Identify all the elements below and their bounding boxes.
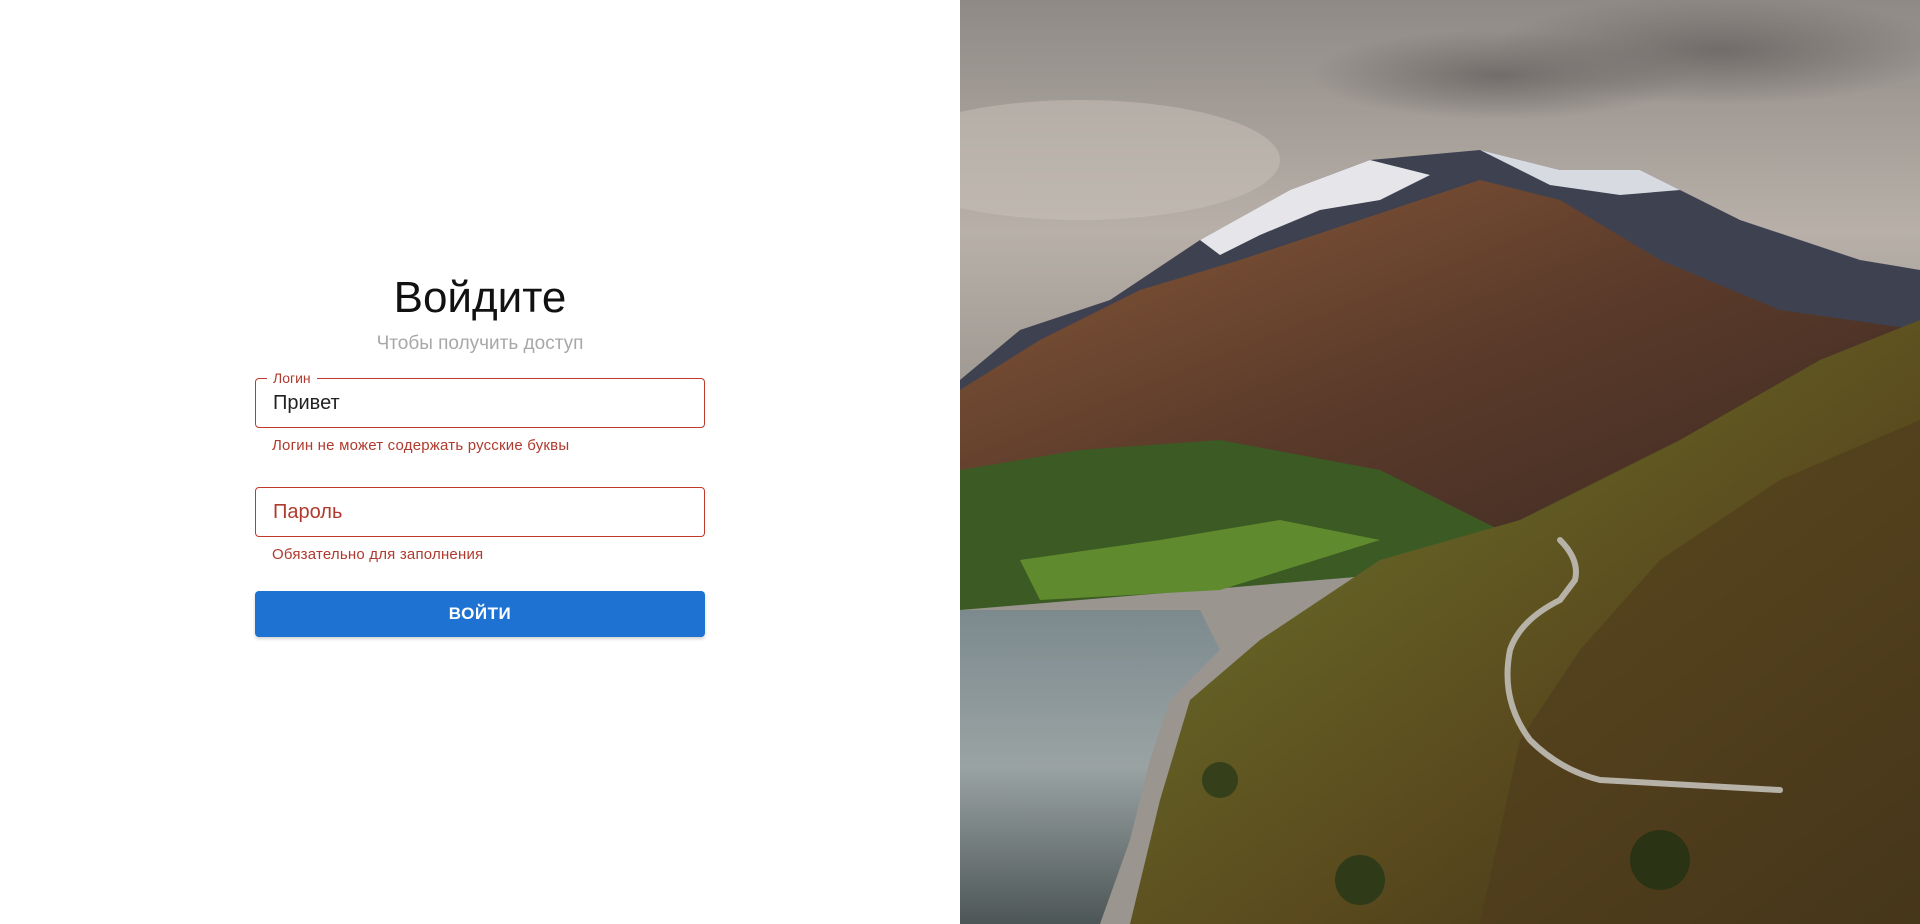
login-page: Войдите Чтобы получить доступ Логин Логи… (0, 0, 1920, 924)
password-input[interactable] (256, 488, 704, 536)
login-field: Логин (255, 370, 705, 428)
password-field (255, 487, 705, 537)
login-panel: Войдите Чтобы получить доступ Логин Логи… (0, 0, 960, 924)
page-title: Войдите (393, 273, 567, 322)
hero-image (960, 0, 1920, 924)
login-field-label: Логин (267, 370, 317, 386)
password-error-text: Обязательно для заполнения (272, 546, 484, 563)
page-subtitle: Чтобы получить доступ (376, 333, 584, 354)
login-form: Войдите Чтобы получить доступ Логин Логи… (255, 270, 705, 637)
login-error-text: Логин не может содержать русские буквы (272, 437, 570, 454)
login-input[interactable] (256, 379, 704, 427)
login-button[interactable]: ВОЙТИ (255, 591, 705, 637)
